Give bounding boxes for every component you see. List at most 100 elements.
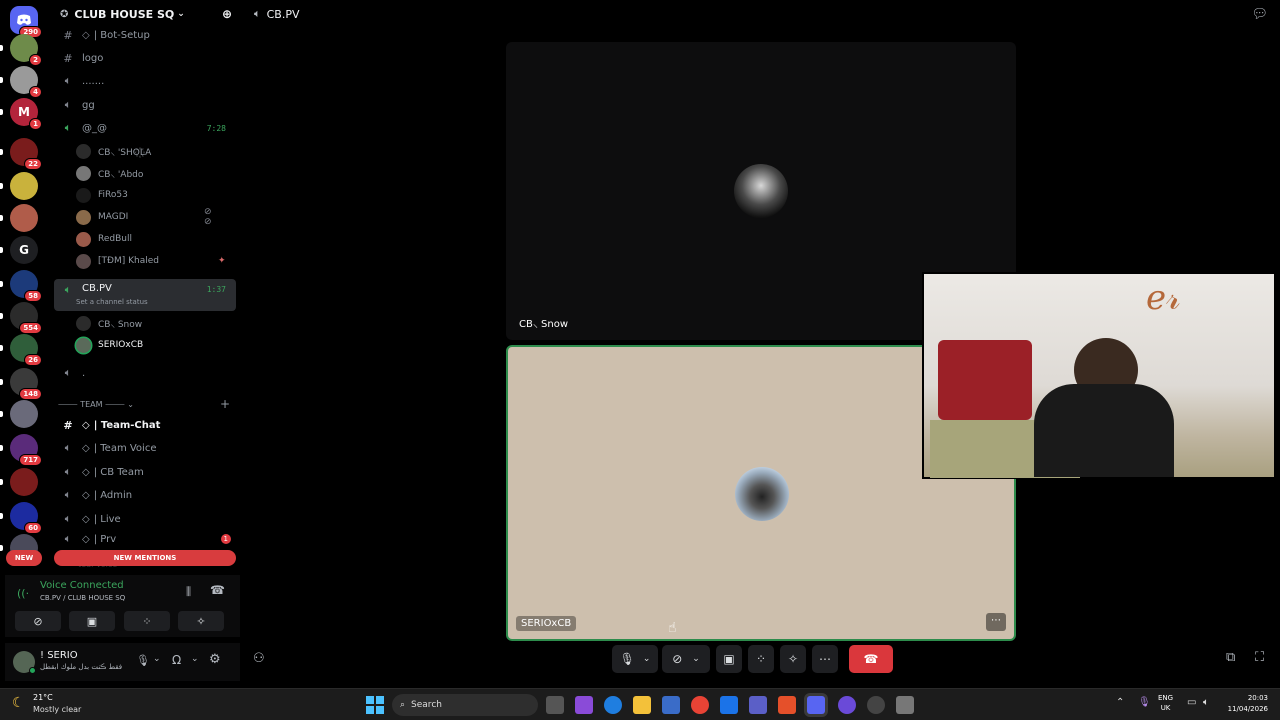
chevron-down-icon[interactable]: ⌄ bbox=[191, 654, 199, 664]
server-icon[interactable] bbox=[10, 400, 38, 428]
weather-icon[interactable]: ☾ bbox=[12, 695, 25, 711]
microphone-icon[interactable]: 🎙︎ bbox=[136, 654, 150, 667]
channel-logo[interactable]: # logo bbox=[54, 47, 236, 69]
home-button[interactable]: 290 bbox=[10, 6, 42, 38]
signal-icon[interactable]: ((· bbox=[17, 587, 29, 600]
server-icon[interactable]: 4 bbox=[10, 66, 42, 98]
voice-user[interactable]: [TĐM] Khaled ✦ bbox=[76, 251, 226, 271]
server-icon[interactable]: 60 bbox=[10, 502, 42, 534]
voice-user-self[interactable]: SERIOxCB bbox=[76, 335, 143, 355]
rules-icon: ◇ bbox=[82, 533, 90, 545]
copilot-icon[interactable] bbox=[575, 696, 593, 714]
voice-user[interactable]: CB⸜ Snow bbox=[76, 313, 142, 333]
edge-icon[interactable] bbox=[604, 696, 622, 714]
microphone-tray-icon[interactable]: 🎙︎ bbox=[1138, 697, 1151, 708]
voice-user[interactable]: MAGDI ⊘ ⊘ bbox=[76, 207, 212, 227]
outlook-icon[interactable] bbox=[720, 696, 738, 714]
soundboard-button[interactable]: ✧ bbox=[178, 611, 224, 631]
activities-button[interactable]: ⁘ bbox=[124, 611, 170, 631]
new-mentions-button[interactable]: NEW MENTIONS bbox=[54, 550, 236, 566]
chevron-up-icon[interactable]: ⌃ bbox=[1116, 697, 1124, 708]
channel-cbpv-selected[interactable]: 🔈︎ CB.PV 1:37 Set a channel status bbox=[54, 279, 236, 311]
pop-out-icon[interactable]: ⧉ bbox=[1226, 650, 1235, 665]
server-icon[interactable] bbox=[10, 468, 38, 496]
channel-team-chat[interactable]: # ◇ | Team-Chat bbox=[54, 414, 236, 436]
username[interactable]: ! SERIO bbox=[40, 650, 78, 661]
chevron-down-icon[interactable]: ⌄ bbox=[153, 654, 161, 664]
channel-at-at[interactable]: 🔈︎ @_@ 7:28 bbox=[54, 117, 236, 139]
channel-dot[interactable]: 🔈︎. bbox=[54, 362, 236, 384]
settings-app-icon[interactable] bbox=[896, 696, 914, 714]
volume-icon[interactable]: 🔈︎ bbox=[1203, 697, 1209, 708]
server-icon[interactable]: 2 bbox=[10, 34, 42, 66]
voice-status[interactable]: Voice Connected bbox=[40, 580, 124, 591]
server-icon[interactable]: 148 bbox=[10, 368, 42, 400]
channel-live[interactable]: 🔈︎ ◇ | Live bbox=[54, 508, 236, 530]
new-badge[interactable]: NEW bbox=[6, 550, 42, 566]
store-icon[interactable] bbox=[662, 696, 680, 714]
discord-taskbar-icon[interactable] bbox=[807, 696, 825, 714]
server-icon[interactable]: M1 bbox=[10, 98, 42, 130]
channel-cb-team[interactable]: 🔈︎ ◇ | CB Team bbox=[54, 461, 236, 483]
chrome-icon[interactable] bbox=[691, 696, 709, 714]
disconnect-button[interactable]: ☎ bbox=[849, 645, 893, 673]
soundboard-button[interactable]: ✧ bbox=[780, 645, 806, 673]
screen-share-button[interactable]: ▣ bbox=[716, 645, 742, 673]
voice-user[interactable]: CB⸜ 'Abdo bbox=[76, 163, 143, 183]
network-icon[interactable]: ▭ bbox=[1187, 697, 1196, 708]
server-icon[interactable] bbox=[10, 204, 38, 232]
more-options-button[interactable]: ⋯ bbox=[986, 613, 1006, 631]
channel-dots[interactable]: 🔈︎....... bbox=[54, 70, 236, 92]
fullscreen-icon[interactable]: ⛶ bbox=[1255, 650, 1264, 665]
screen-share-icon: ▣ bbox=[723, 652, 735, 666]
weather-temp[interactable]: 21°C bbox=[33, 693, 53, 702]
channel-admin[interactable]: 🔈︎ ◇ | Admin bbox=[54, 484, 236, 506]
voice-user[interactable]: CB⸜ 'SHO꙰LA bbox=[76, 141, 151, 161]
voice-user[interactable]: FiRo53 bbox=[76, 185, 128, 205]
more-button[interactable]: ⋯ bbox=[812, 645, 838, 673]
channel-prv[interactable]: 🔈︎ ◇ | Prv 1 bbox=[54, 531, 236, 547]
teams-icon[interactable] bbox=[749, 696, 767, 714]
server-icon[interactable]: 58 bbox=[10, 270, 42, 302]
camera-overlay[interactable]: ℯ𝓇 bbox=[922, 272, 1276, 479]
server-icon[interactable]: 26 bbox=[10, 334, 42, 366]
channel-bot-setup[interactable]: # ◇ | Bot-Setup bbox=[54, 24, 236, 46]
camera-off-button[interactable]: ⊘ bbox=[15, 611, 61, 631]
noise-suppression-icon[interactable]: ⫼ bbox=[186, 585, 191, 599]
server-icon[interactable]: G bbox=[10, 236, 38, 264]
invite-icon[interactable]: ⚇ bbox=[253, 651, 265, 666]
server-icon[interactable] bbox=[10, 172, 38, 200]
file-explorer-icon[interactable] bbox=[633, 696, 651, 714]
clock[interactable]: 20:03 11/04/2026 bbox=[1222, 693, 1268, 715]
add-channel-icon[interactable]: + bbox=[220, 397, 230, 411]
activities-button[interactable]: ⁘ bbox=[748, 645, 774, 673]
chat-bubble-icon[interactable]: 💬︎ bbox=[1251, 7, 1268, 22]
voice-location[interactable]: CB.PV / CLUB HOUSE SQ bbox=[40, 594, 125, 602]
category-team[interactable]: ⸻ TEAM ⸻ ⌄ bbox=[58, 399, 134, 410]
channel-gg[interactable]: 🔈︎ gg bbox=[54, 94, 236, 116]
unread-pip bbox=[0, 313, 3, 319]
server-icon[interactable]: 22 bbox=[10, 138, 42, 170]
screen-share-button[interactable]: ▣ bbox=[69, 611, 115, 631]
taskbar-search[interactable]: ⌕ Search bbox=[392, 694, 538, 716]
server-icon[interactable]: 717 bbox=[10, 434, 42, 466]
app-icon[interactable] bbox=[867, 696, 885, 714]
windows-start-icon[interactable] bbox=[366, 696, 384, 714]
channel-status[interactable]: Set a channel status bbox=[76, 298, 148, 306]
task-view-icon[interactable] bbox=[546, 696, 564, 714]
gear-icon[interactable]: ⚙ bbox=[209, 652, 221, 667]
headphones-icon[interactable]: Ω bbox=[172, 653, 181, 667]
user-status[interactable]: فقط ڪنت بدل ملوك ابقطل bbox=[40, 663, 130, 671]
brave-icon[interactable] bbox=[778, 696, 796, 714]
language-indicator[interactable]: ENG UK bbox=[1158, 693, 1173, 713]
voice-user[interactable]: RedBull bbox=[76, 229, 132, 249]
server-icon[interactable]: 554 bbox=[10, 302, 42, 334]
add-user-icon[interactable]: ⊕ bbox=[222, 7, 232, 21]
unread-pip bbox=[0, 183, 3, 189]
weather-desc[interactable]: Mostly clear bbox=[33, 705, 81, 714]
disconnect-icon[interactable]: ☎ bbox=[210, 583, 225, 597]
channel-team-voice[interactable]: 🔈︎ ◇ | Team Voice bbox=[54, 437, 236, 459]
camera-toggle[interactable]: ⊘ ⌄ bbox=[662, 645, 710, 673]
mic-toggle[interactable]: 🎙︎ ⌄ bbox=[612, 645, 658, 673]
app-icon[interactable] bbox=[838, 696, 856, 714]
